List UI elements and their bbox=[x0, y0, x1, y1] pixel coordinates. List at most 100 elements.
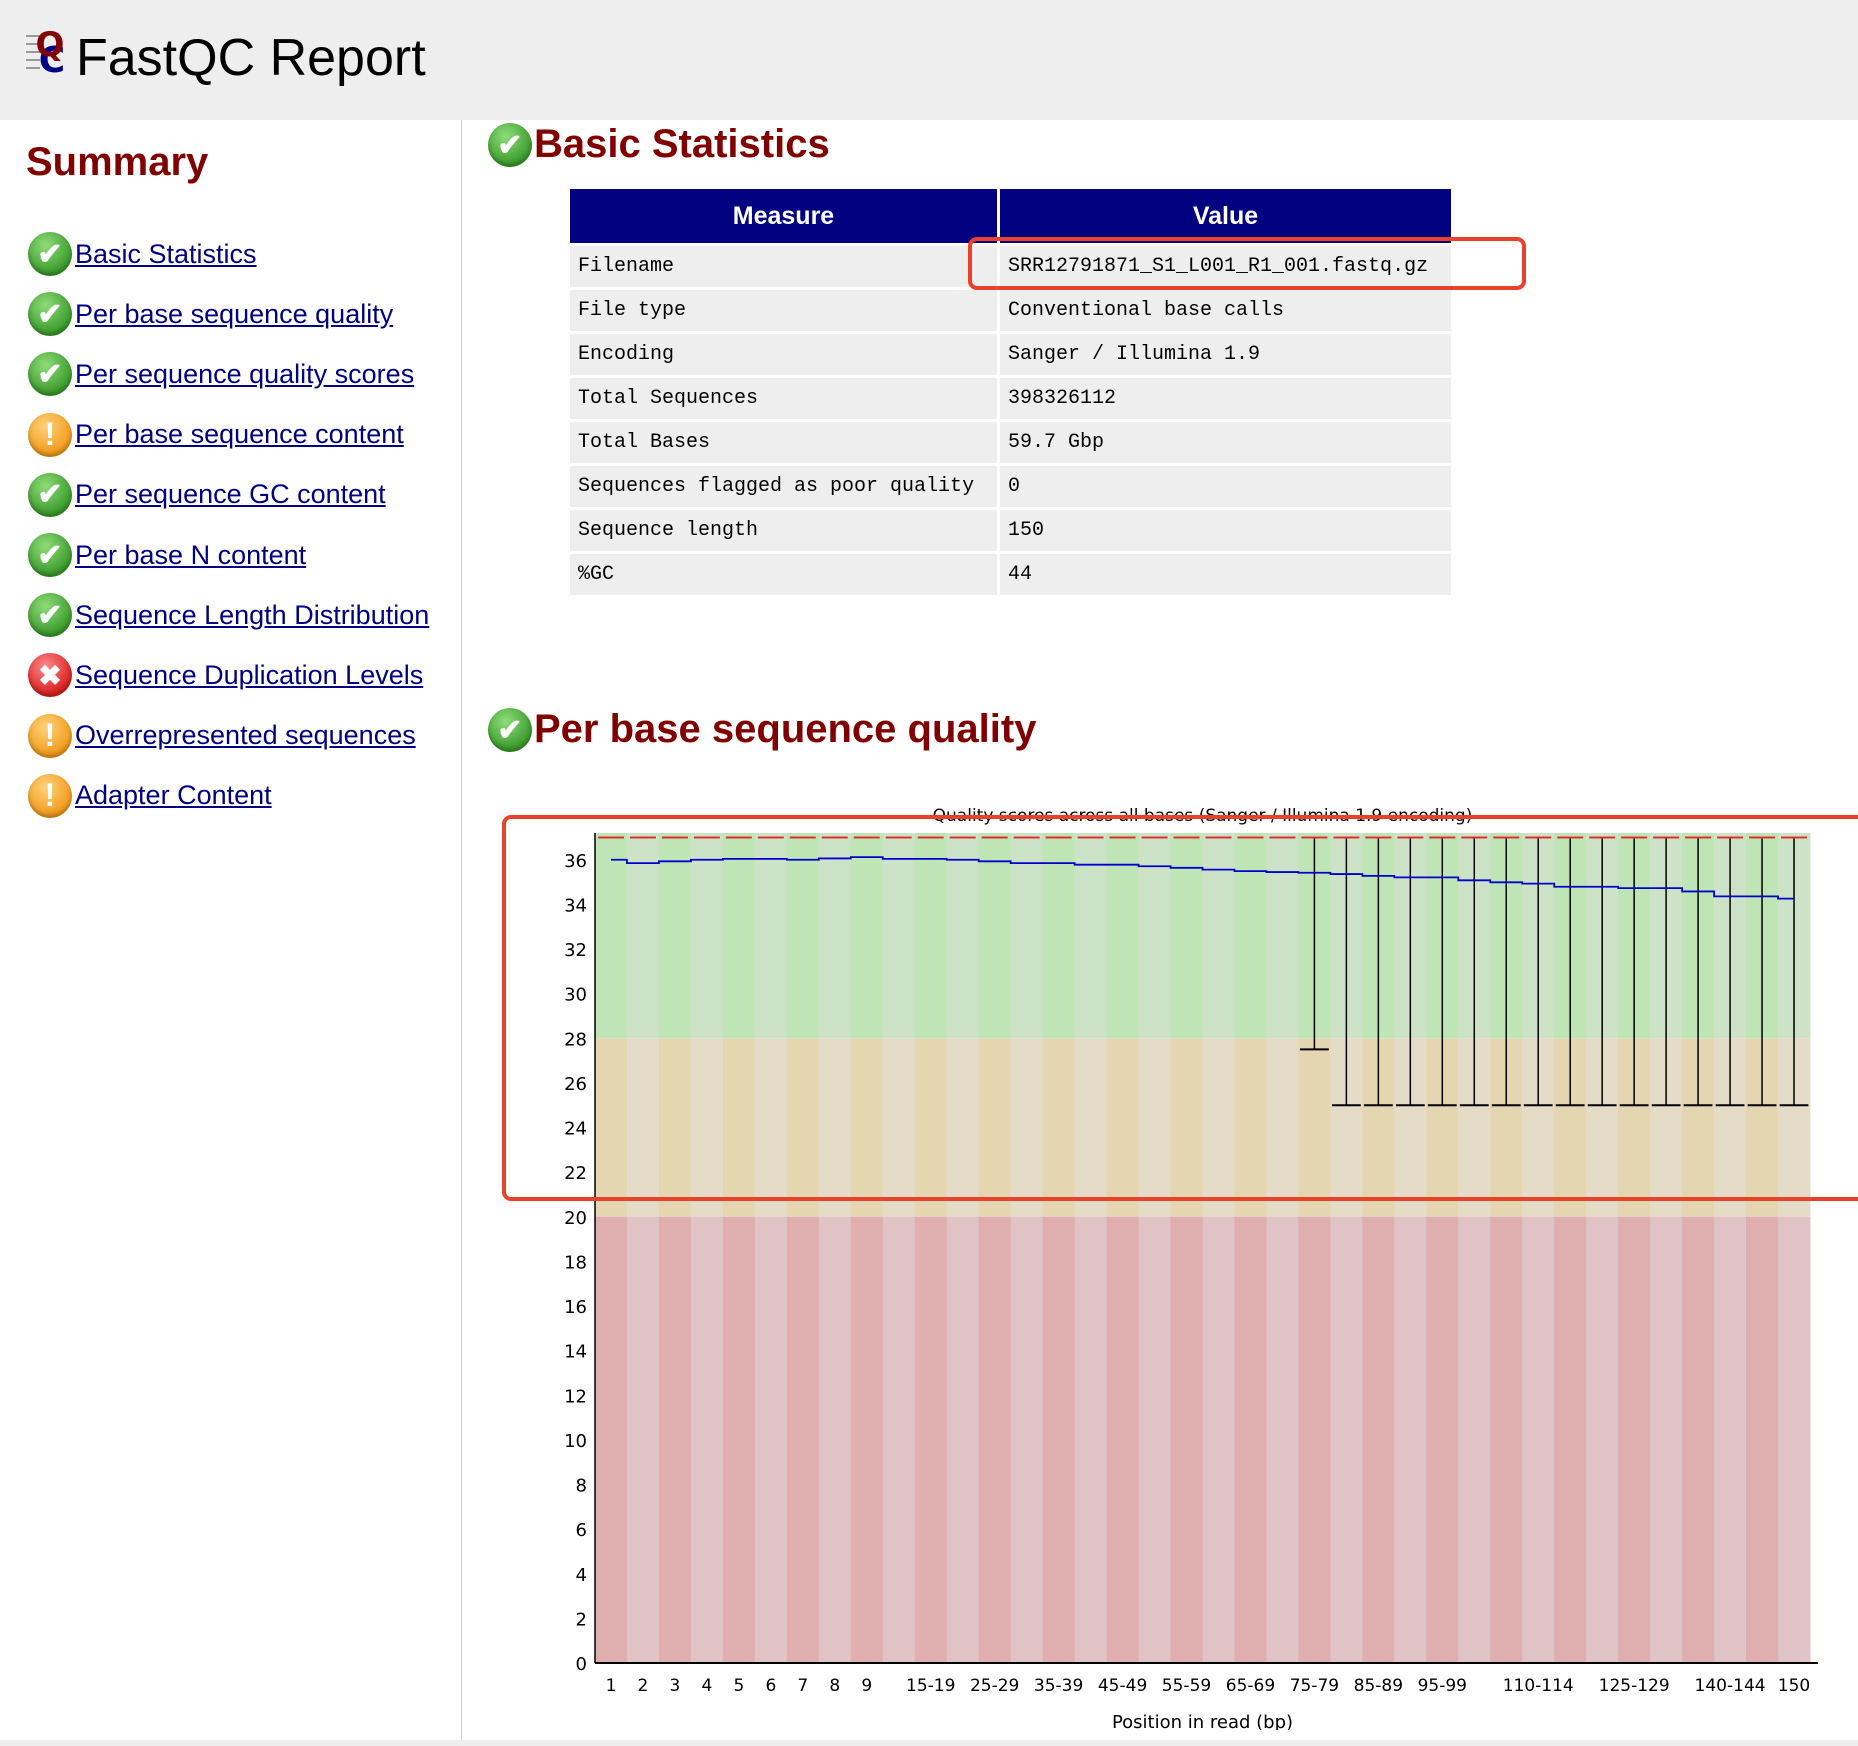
zone-band-good bbox=[754, 833, 788, 1039]
zone-band-reasonable bbox=[1234, 1038, 1267, 1217]
zone-band-reasonable bbox=[1202, 1038, 1235, 1217]
zone-band-poor bbox=[1458, 1216, 1491, 1663]
x-tick-label: 25-29 bbox=[970, 1676, 1019, 1696]
zone-band-poor bbox=[850, 1216, 884, 1663]
summary-link[interactable]: Per base N content bbox=[75, 540, 306, 571]
x-tick-label: 1 bbox=[606, 1676, 617, 1696]
zone-band-reasonable bbox=[1266, 1038, 1299, 1217]
zone-band-good bbox=[882, 833, 916, 1039]
zone-band-poor bbox=[1266, 1216, 1299, 1663]
zone-band-good bbox=[1202, 833, 1235, 1039]
summary-item[interactable]: ! Per base sequence content bbox=[28, 412, 404, 458]
zone-band-good bbox=[850, 833, 884, 1039]
zone-band-good bbox=[658, 833, 692, 1039]
summary-link[interactable]: Per sequence GC content bbox=[75, 479, 386, 510]
zone-band-poor bbox=[1106, 1216, 1140, 1663]
zone-band-poor bbox=[1074, 1216, 1108, 1663]
y-tick-label: 16 bbox=[564, 1297, 587, 1318]
report-title: FastQC Report bbox=[76, 29, 426, 87]
summary-item[interactable]: ✔ Sequence Length Distribution bbox=[28, 592, 429, 638]
check-circle-icon: ✔ bbox=[488, 123, 532, 167]
page-bottom-edge bbox=[0, 1740, 1858, 1746]
summary-link[interactable]: Basic Statistics bbox=[75, 239, 257, 270]
value-cell: 150 bbox=[1000, 510, 1451, 551]
zone-band-poor bbox=[1362, 1216, 1395, 1663]
y-tick-label: 18 bbox=[564, 1252, 587, 1273]
check-circle-icon: ✔ bbox=[28, 533, 72, 577]
table-row: Filename SRR12791871_S1_L001_R1_001.fastq… bbox=[570, 246, 1451, 287]
x-tick-label: 65-69 bbox=[1226, 1676, 1275, 1696]
zone-band-reasonable bbox=[595, 1038, 628, 1217]
x-tick-label: 8 bbox=[829, 1676, 840, 1696]
measure-cell: Sequence length bbox=[570, 510, 997, 551]
summary-item[interactable]: ✔ Per base N content bbox=[28, 532, 306, 578]
summary-item[interactable]: ✔ Per sequence GC content bbox=[28, 472, 386, 518]
x-tick-label: 7 bbox=[797, 1676, 808, 1696]
zone-band-reasonable bbox=[754, 1038, 788, 1217]
summary-item[interactable]: ✔ Per sequence quality scores bbox=[28, 351, 414, 397]
exclamation-circle-icon: ! bbox=[28, 773, 72, 818]
summary-link[interactable]: Per base sequence quality bbox=[75, 299, 393, 330]
summary-item[interactable]: ✖ Sequence Duplication Levels bbox=[28, 652, 423, 698]
quality-boxplot-chart: 0246810121416182022242628303234361 2 3 4 5 6 7… bbox=[564, 806, 1818, 1730]
measure-cell: %GC bbox=[570, 554, 997, 595]
check-circle-icon: ✔ bbox=[488, 708, 532, 752]
x-tick-label: 45-49 bbox=[1098, 1676, 1147, 1696]
zone-band-good bbox=[1170, 833, 1203, 1039]
check-circle-icon: ✔ bbox=[28, 232, 72, 276]
y-tick-label: 20 bbox=[564, 1208, 587, 1229]
zone-band-poor bbox=[978, 1216, 1012, 1663]
value-cell: SRR12791871_S1_L001_R1_001.fastq.gz bbox=[1000, 246, 1451, 287]
svg-text:Q: Q bbox=[36, 26, 65, 65]
table-row: Sequences flagged as poor quality 0 bbox=[570, 466, 1451, 507]
zone-band-reasonable bbox=[1298, 1038, 1331, 1217]
measure-cell: File type bbox=[570, 290, 997, 331]
zone-band-good bbox=[818, 833, 852, 1039]
summary-link[interactable]: Sequence Length Distribution bbox=[75, 600, 429, 631]
section-title: Basic Statistics bbox=[534, 122, 830, 166]
measure-cell: Sequences flagged as poor quality bbox=[570, 466, 997, 507]
table-row: Total Sequences 398326112 bbox=[570, 378, 1451, 419]
x-tick-label: 35-39 bbox=[1034, 1676, 1083, 1696]
y-tick-label: 10 bbox=[564, 1431, 587, 1452]
zone-band-poor bbox=[626, 1216, 660, 1663]
x-tick-label: 3 bbox=[670, 1676, 681, 1696]
measure-cell: Encoding bbox=[570, 334, 997, 375]
exclamation-circle-icon: ! bbox=[28, 713, 72, 758]
zone-band-reasonable bbox=[1010, 1038, 1044, 1217]
y-tick-label: 26 bbox=[564, 1074, 587, 1095]
table-row: Encoding Sanger / Illumina 1.9 bbox=[570, 334, 1451, 375]
x-tick-label: 125-129 bbox=[1599, 1676, 1670, 1696]
summary-link[interactable]: Adapter Content bbox=[75, 780, 272, 811]
zone-band-poor bbox=[754, 1216, 788, 1663]
zone-band-good bbox=[946, 833, 980, 1039]
y-tick-label: 12 bbox=[564, 1386, 587, 1407]
zone-band-good bbox=[1266, 833, 1299, 1039]
summary-item[interactable]: ! Adapter Content bbox=[28, 773, 272, 819]
x-tick-label: 4 bbox=[701, 1676, 712, 1696]
zone-band-poor bbox=[1714, 1216, 1747, 1663]
y-tick-label: 32 bbox=[564, 940, 587, 961]
x-tick-label: 6 bbox=[765, 1676, 776, 1696]
x-circle-icon: ✖ bbox=[28, 653, 72, 698]
summary-item[interactable]: ! Overrepresented sequences bbox=[28, 713, 416, 759]
table-row: File type Conventional base calls bbox=[570, 290, 1451, 331]
summary-link[interactable]: Per sequence quality scores bbox=[75, 359, 414, 390]
summary-item[interactable]: ✔ Basic Statistics bbox=[28, 231, 257, 277]
y-tick-label: 24 bbox=[564, 1119, 587, 1140]
summary-link[interactable]: Per base sequence content bbox=[75, 419, 404, 450]
value-cell: Conventional base calls bbox=[1000, 290, 1451, 331]
summary-link[interactable]: Sequence Duplication Levels bbox=[75, 660, 423, 691]
value-cell: 44 bbox=[1000, 554, 1451, 595]
summary-item[interactable]: ✔ Per base sequence quality bbox=[28, 291, 393, 337]
fastqc-logo: C Q bbox=[26, 26, 65, 78]
summary-link[interactable]: Overrepresented sequences bbox=[75, 720, 416, 751]
zone-band-poor bbox=[1010, 1216, 1044, 1663]
value-cell: 0 bbox=[1000, 466, 1451, 507]
x-tick-label: 5 bbox=[733, 1676, 744, 1696]
x-tick-label: 2 bbox=[638, 1676, 649, 1696]
zone-band-good bbox=[786, 833, 820, 1039]
zone-band-reasonable bbox=[818, 1038, 852, 1217]
zone-band-poor bbox=[1330, 1216, 1363, 1663]
y-tick-label: 6 bbox=[576, 1520, 587, 1541]
